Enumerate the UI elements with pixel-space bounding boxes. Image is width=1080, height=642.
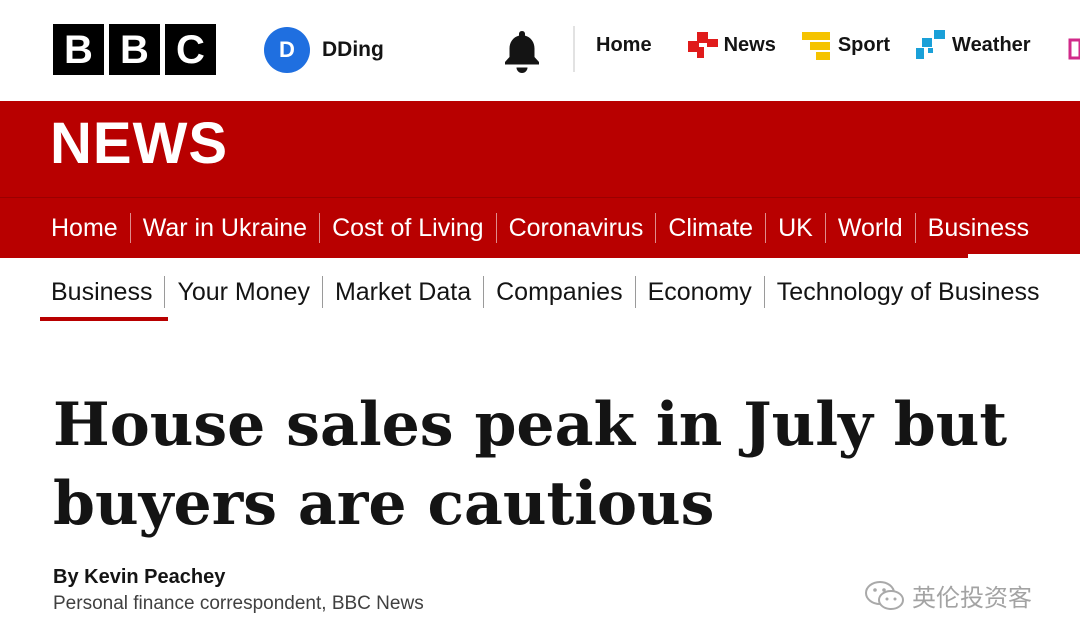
sub-nav-economy[interactable]: Economy	[648, 278, 752, 307]
section-nav-war-in-ukraine[interactable]: War in Ukraine	[143, 214, 307, 243]
section-nav-separator	[914, 213, 916, 243]
sub-nav-technology-of-business[interactable]: Technology of Business	[777, 278, 1040, 307]
top-nav-sport[interactable]: Sport	[801, 30, 891, 60]
logo-block-b2: B	[109, 24, 160, 75]
sub-nav-active-indicator	[40, 317, 168, 321]
top-nav-news-label: News	[723, 33, 776, 56]
section-nav-separator	[129, 213, 131, 243]
section-nav: Home War in Ukraine Cost of Living Coron…	[51, 198, 1029, 258]
news-icon	[687, 32, 718, 58]
top-nav-sport-label: Sport	[837, 33, 891, 56]
more-nav-icon[interactable]	[1068, 38, 1080, 60]
section-nav-home[interactable]: Home	[51, 214, 118, 243]
section-nav-business[interactable]: Business	[928, 214, 1029, 243]
top-bar: B B C D DDing Home News Sport Weather	[0, 0, 1080, 101]
weather-icon	[916, 30, 946, 59]
section-nav-separator	[655, 213, 657, 243]
wechat-icon	[865, 580, 904, 610]
avatar: D	[264, 27, 310, 73]
section-nav-active-indicator	[968, 254, 1080, 258]
sub-nav-business[interactable]: Business	[51, 278, 152, 307]
article-headline: House sales peak in July but buyers are …	[53, 386, 1063, 544]
section-nav-separator	[824, 213, 826, 243]
section-nav-world[interactable]: World	[838, 214, 903, 243]
logo-block-b1: B	[53, 24, 104, 75]
sub-nav-separator	[164, 276, 166, 308]
sub-nav-companies[interactable]: Companies	[496, 278, 622, 307]
bbc-logo[interactable]: B B C	[53, 24, 216, 75]
section-nav-separator	[765, 213, 767, 243]
sub-nav-separator	[321, 276, 323, 308]
sport-icon	[801, 32, 830, 60]
author-name: By Kevin Peachey	[53, 566, 226, 588]
section-nav-cost-of-living[interactable]: Cost of Living	[332, 214, 483, 243]
top-nav-home[interactable]: Home	[596, 34, 652, 57]
account-button[interactable]: D DDing	[264, 27, 384, 73]
sub-nav-separator	[634, 276, 636, 308]
section-nav-separator	[495, 213, 497, 243]
top-bar-divider	[573, 26, 575, 72]
top-nav-news[interactable]: News	[687, 32, 776, 58]
headline-line-1: House sales peak in July but	[53, 390, 1008, 460]
account-name: DDing	[322, 38, 384, 61]
watermark-text: 英伦投资客	[912, 584, 1032, 612]
logo-block-c: C	[165, 24, 216, 75]
sub-nav-your-money[interactable]: Your Money	[177, 278, 310, 307]
news-banner: NEWS	[0, 101, 1080, 197]
news-banner-title[interactable]: NEWS	[50, 115, 228, 173]
top-nav-home-label: Home	[596, 33, 652, 56]
sub-nav-separator	[763, 276, 765, 308]
bell-icon[interactable]	[500, 28, 544, 74]
section-nav-bar: Home War in Ukraine Cost of Living Coron…	[0, 197, 1080, 258]
sub-nav: Business Your Money Market Data Companie…	[51, 270, 1039, 314]
author-role: Personal finance correspondent, BBC News	[53, 593, 424, 614]
section-nav-climate[interactable]: Climate	[668, 214, 753, 243]
sub-nav-separator	[483, 276, 485, 308]
section-nav-coronavirus[interactable]: Coronavirus	[509, 214, 644, 243]
top-nav: Home News Sport Weather	[596, 30, 1057, 60]
headline-line-2: buyers are cautious	[53, 469, 715, 539]
watermark: 英伦投资客	[864, 578, 1032, 613]
top-nav-weather-label: Weather	[952, 33, 1031, 56]
sub-nav-market-data[interactable]: Market Data	[335, 278, 471, 307]
section-nav-uk[interactable]: UK	[778, 214, 813, 243]
top-nav-weather[interactable]: Weather	[916, 30, 1031, 60]
section-nav-separator	[319, 213, 321, 243]
